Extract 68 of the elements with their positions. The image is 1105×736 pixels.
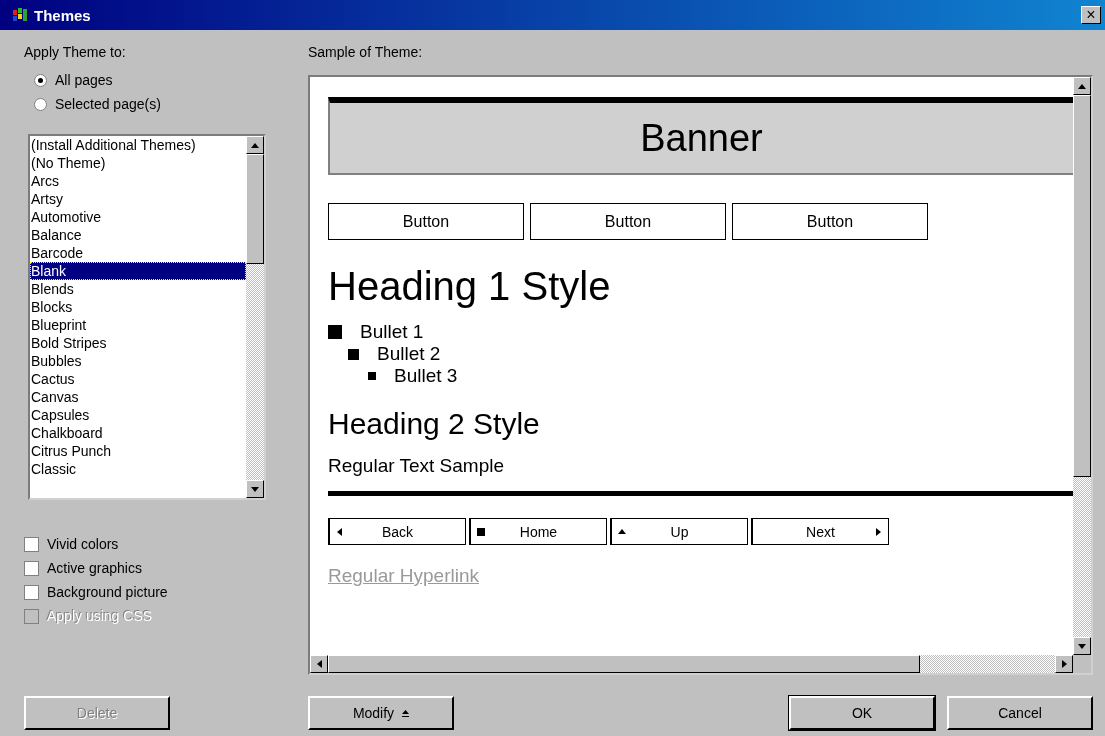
checkbox[interactable] — [24, 584, 39, 600]
theme-list-item[interactable]: Cactus — [30, 370, 246, 388]
checkbox-label[interactable]: Background picture — [47, 584, 168, 600]
theme-list-item[interactable]: Citrus Punch — [30, 442, 246, 460]
nav-label: Up — [669, 523, 690, 540]
theme-list-item[interactable]: Chalkboard — [30, 424, 246, 442]
bullet-text: Bullet 2 — [377, 343, 441, 365]
apply-theme-label: Apply Theme to: — [24, 44, 127, 60]
theme-list[interactable]: (Install Additional Themes) (No Theme) Arcs Artsy Automotive Balance Barcode Blank Blends Blocks Blueprint Bold Stripes Bubbles Cactus Canvas Capsules Chalkboard Citrus Punch Classic — [28, 134, 266, 500]
radio-label[interactable]: Selected page(s) — [55, 96, 161, 112]
theme-list-item[interactable]: Blocks — [30, 298, 246, 316]
bullet-square-icon — [368, 372, 376, 380]
radio-button[interactable] — [34, 97, 47, 111]
bullet-text: Bullet 1 — [360, 321, 424, 343]
theme-list-item[interactable]: Blank — [30, 262, 246, 280]
up-arrow-icon — [402, 709, 410, 717]
theme-list-item[interactable]: Classic — [30, 460, 246, 478]
nav-label: Back — [380, 523, 415, 540]
sample-label: Sample of Theme: — [308, 44, 424, 60]
scrollbar[interactable] — [1073, 77, 1091, 655]
regular-text-sample: Regular Text Sample — [328, 455, 506, 477]
right-arrow-icon — [1061, 660, 1067, 668]
banner: Banner — [328, 97, 1073, 175]
bullet-square-icon — [328, 325, 342, 339]
theme-list-item[interactable]: Automotive — [30, 208, 246, 226]
checkbox[interactable] — [24, 560, 39, 576]
theme-list-item[interactable]: Capsules — [30, 406, 246, 424]
theme-list-item[interactable]: Blends — [30, 280, 246, 298]
right-triangle-icon — [874, 527, 882, 536]
theme-list-item[interactable]: Barcode — [30, 244, 246, 262]
bullet-square-icon — [348, 348, 359, 360]
checkbox[interactable] — [24, 536, 39, 552]
down-arrow-icon — [1078, 643, 1086, 649]
theme-list-item[interactable]: Canvas — [30, 388, 246, 406]
radio-label[interactable]: All pages — [55, 72, 113, 88]
theme-list-item[interactable]: (No Theme) — [30, 154, 246, 172]
hyperlink-sample: Regular Hyperlink — [328, 565, 480, 587]
up-triangle-icon — [618, 527, 626, 536]
app-icon — [12, 7, 30, 23]
left-arrow-icon — [316, 660, 322, 668]
scrollbar[interactable] — [310, 655, 1073, 673]
theme-list-item[interactable]: Artsy — [30, 190, 246, 208]
checkbox-label[interactable]: Active graphics — [47, 560, 142, 576]
theme-list-item[interactable]: Balance — [30, 226, 246, 244]
left-triangle-icon — [336, 527, 344, 536]
bullet-text: Bullet 3 — [394, 365, 458, 387]
modify-button[interactable]: Modify — [308, 696, 454, 730]
up-arrow-icon — [251, 142, 259, 148]
radio-button[interactable] — [34, 73, 47, 87]
ok-button[interactable]: OK — [789, 696, 935, 730]
theme-list-item[interactable]: Arcs — [30, 172, 246, 190]
up-arrow-icon — [1078, 83, 1086, 89]
theme-list-item[interactable]: Bold Stripes — [30, 334, 246, 352]
nav-label: Home — [518, 523, 559, 540]
nav-label: Next — [805, 523, 836, 540]
scrollbar[interactable] — [246, 136, 264, 498]
theme-list-item[interactable]: (Install Additional Themes) — [30, 136, 246, 154]
square-icon — [477, 527, 485, 536]
heading-1-sample: Heading 1 Style — [328, 264, 612, 309]
close-button[interactable]: × — [1081, 6, 1101, 24]
window-title: Themes — [34, 6, 92, 24]
down-arrow-icon — [251, 486, 259, 492]
scrollbar-corner — [1073, 655, 1091, 673]
theme-list-item[interactable]: Blueprint — [30, 316, 246, 334]
cancel-button[interactable]: Cancel — [947, 696, 1093, 730]
checkbox-label[interactable]: Vivid colors — [47, 536, 119, 552]
heading-2-sample: Heading 2 Style — [328, 407, 541, 441]
theme-list-item[interactable]: Bubbles — [30, 352, 246, 370]
